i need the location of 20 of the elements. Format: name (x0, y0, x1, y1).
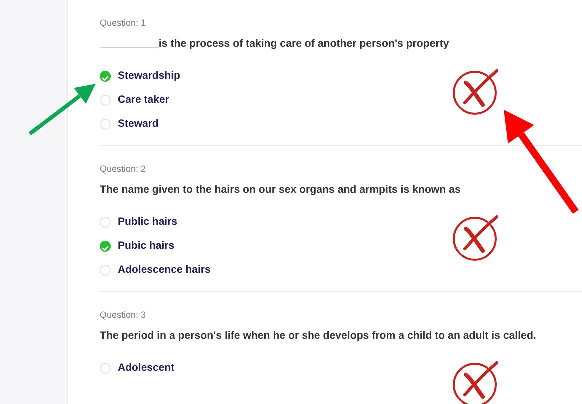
question-text: The name given to the hairs on our sex organs and armpits is known as (100, 184, 461, 196)
radio-button[interactable] (100, 94, 111, 106)
check-circle-icon[interactable] (100, 70, 111, 82)
option-label[interactable]: Care taker (118, 94, 170, 106)
option-label[interactable]: Pubic hairs (118, 240, 175, 252)
radio-button[interactable] (100, 118, 111, 130)
option-label[interactable]: Public hairs (118, 216, 178, 228)
question-number: Question: 2 (100, 164, 146, 174)
option-label[interactable]: Adolescent (118, 362, 175, 374)
option-label[interactable]: Stewardship (118, 70, 180, 82)
question-number: Question: 3 (100, 310, 146, 320)
radio-button[interactable] (100, 216, 111, 228)
radio-button[interactable] (100, 362, 111, 374)
question-number: Question: 1 (100, 18, 146, 28)
option-label[interactable]: Adolescence hairs (118, 264, 211, 276)
question-text: The period in a person's life when he or she develops from a child to an adult is called. (100, 330, 536, 342)
question-text: __________is the process of taking care of another person's property (100, 38, 450, 50)
check-circle-icon[interactable] (100, 240, 111, 252)
radio-button[interactable] (100, 264, 111, 276)
option-label[interactable]: Steward (118, 118, 159, 130)
